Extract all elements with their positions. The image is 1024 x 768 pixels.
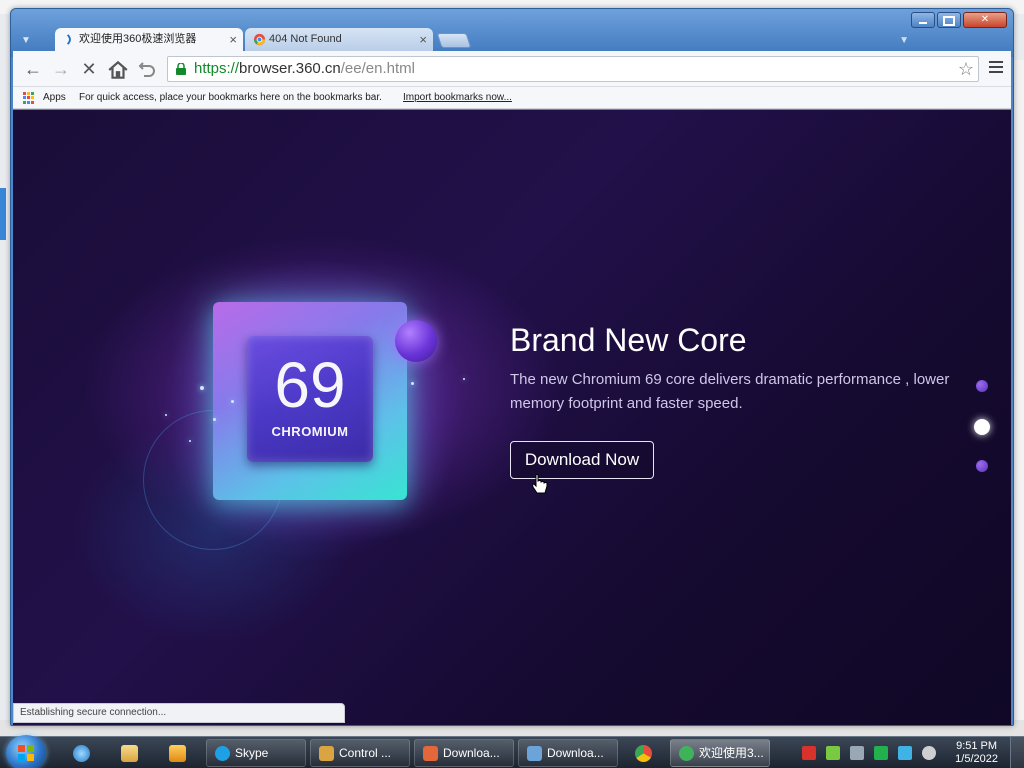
skype-icon [215,746,230,761]
download-icon [423,746,438,761]
orb-decoration [395,320,437,362]
browser-menu-icon[interactable] [989,58,1005,78]
undo-close-tab-icon[interactable] [137,59,157,79]
360-browser-icon [66,34,71,45]
taskbar-item-label: Skype [235,746,269,760]
url-scheme: https:// [194,60,240,77]
media-player-pinned[interactable] [156,739,200,767]
media-player-icon [169,745,186,762]
taskbar-item-label: Downloa... [547,746,604,760]
taskbar-item-download-2[interactable]: Downloa... [518,739,618,767]
chrome-icon [253,33,266,46]
desktop-side-accent [0,188,6,240]
explorer-pinned[interactable] [108,739,152,767]
app-tray-icon[interactable] [826,746,840,760]
taskbar-item-label: Control ... [339,746,392,760]
taskbar-clock[interactable]: 9:51 PM 1/5/2022 [955,740,998,766]
import-bookmarks-link[interactable]: Import bookmarks now... [403,87,512,109]
volume-tray-icon[interactable] [922,746,936,760]
clock-date: 1/5/2022 [955,753,998,765]
taskbar-item-skype[interactable]: Skype [206,739,306,767]
taskbar-item-control-panel[interactable]: Control ... [310,739,410,767]
internet-explorer-icon [73,745,90,762]
tab-label: 404 Not Found [269,33,342,45]
sparkle-decoration [411,382,414,385]
new-tab-button[interactable] [436,33,472,48]
home-icon[interactable] [107,59,129,81]
browser-window: ✕ ▼ 欢迎使用360极速浏览器 × 404 Not Found × ▼ ← →… [10,8,1014,726]
carousel-dot-3[interactable] [976,460,988,472]
apps-icon[interactable] [23,92,35,104]
sparkle-decoration [231,400,234,403]
chrome-icon [635,745,652,762]
clock-time: 9:51 PM [956,740,998,752]
close-window-button[interactable]: ✕ [963,12,1007,28]
chip-label: CHROMIUM [271,424,349,439]
taskbar-item-360-browser[interactable]: 欢迎使用3... [670,739,770,767]
pdf-tray-icon[interactable] [802,746,816,760]
back-icon[interactable]: ← [21,57,45,81]
stop-icon[interactable]: ✕ [77,57,101,81]
360-browser-icon [679,746,694,761]
windows-flag-icon [18,745,34,761]
bookmark-star-icon[interactable]: ☆ [958,57,974,81]
browser-toolbar: ← → ✕ https://browser.360.cn/ee/en.html … [13,51,1011,87]
ie-pinned[interactable] [60,739,104,767]
url-path: /ee/en.html [340,60,415,77]
bookmarks-bar: Apps For quick access, place your bookma… [13,87,1011,109]
maximize-button[interactable] [937,12,961,28]
address-bar[interactable]: https://browser.360.cn/ee/en.html ☆ [167,56,979,82]
status-bubble: Establishing secure connection... [13,703,345,723]
control-panel-icon [319,746,334,761]
hero-title: Brand New Core [510,322,747,358]
taskbar: Skype Control ... Downloa... Downloa... … [0,735,1024,768]
download-folder-icon [527,746,542,761]
forward-icon[interactable]: → [49,57,73,81]
tab-404[interactable]: 404 Not Found × [245,28,433,52]
carousel-dot-1[interactable] [976,380,988,392]
carousel-dot-2-active[interactable] [974,419,990,435]
bookmarks-hint: For quick access, place your bookmarks h… [79,92,382,103]
tab-menu-icon[interactable]: ▼ [21,35,31,46]
url-host: browser.360.cn [239,60,341,77]
start-button[interactable] [6,735,46,768]
window-controls: ✕ [911,12,1007,28]
tab-label: 欢迎使用360极速浏览器 [79,33,197,45]
security-tray-icon[interactable] [850,746,864,760]
chrome-pinned[interactable] [622,739,666,767]
tab-overflow-icon[interactable]: ▼ [899,35,909,46]
sparkle-decoration [165,414,167,416]
minimize-button[interactable] [911,12,935,28]
page-content: 69 CHROMIUM Brand New Core The new Chrom… [13,110,1011,725]
network-tray-icon[interactable] [898,746,912,760]
hand-cursor-icon [532,474,548,494]
chip-number: 69 [274,349,346,421]
apps-link[interactable]: Apps [43,87,66,109]
tab-strip: ▼ 欢迎使用360极速浏览器 × 404 Not Found × ▼ [11,27,1013,52]
sparkle-decoration [213,418,216,421]
taskbar-item-download-1[interactable]: Downloa... [414,739,514,767]
folder-icon [121,745,138,762]
lock-icon [176,63,186,75]
sparkle-decoration [200,386,204,390]
sparkle-decoration [189,440,191,442]
sparkle-decoration [463,378,465,380]
close-tab-icon[interactable]: × [419,28,427,51]
chromium-chip-graphic: 69 CHROMIUM [213,302,407,500]
show-desktop-button[interactable] [1010,737,1024,768]
tab-360-welcome[interactable]: 欢迎使用360极速浏览器 × [55,28,243,52]
taskbar-item-label: Downloa... [443,746,500,760]
action-center-flag-icon[interactable] [874,746,888,760]
hero-description: The new Chromium 69 core delivers dramat… [510,371,950,412]
chip-face: 69 CHROMIUM [247,336,373,462]
taskbar-item-label: 欢迎使用3... [699,746,764,760]
close-tab-icon[interactable]: × [229,28,237,51]
